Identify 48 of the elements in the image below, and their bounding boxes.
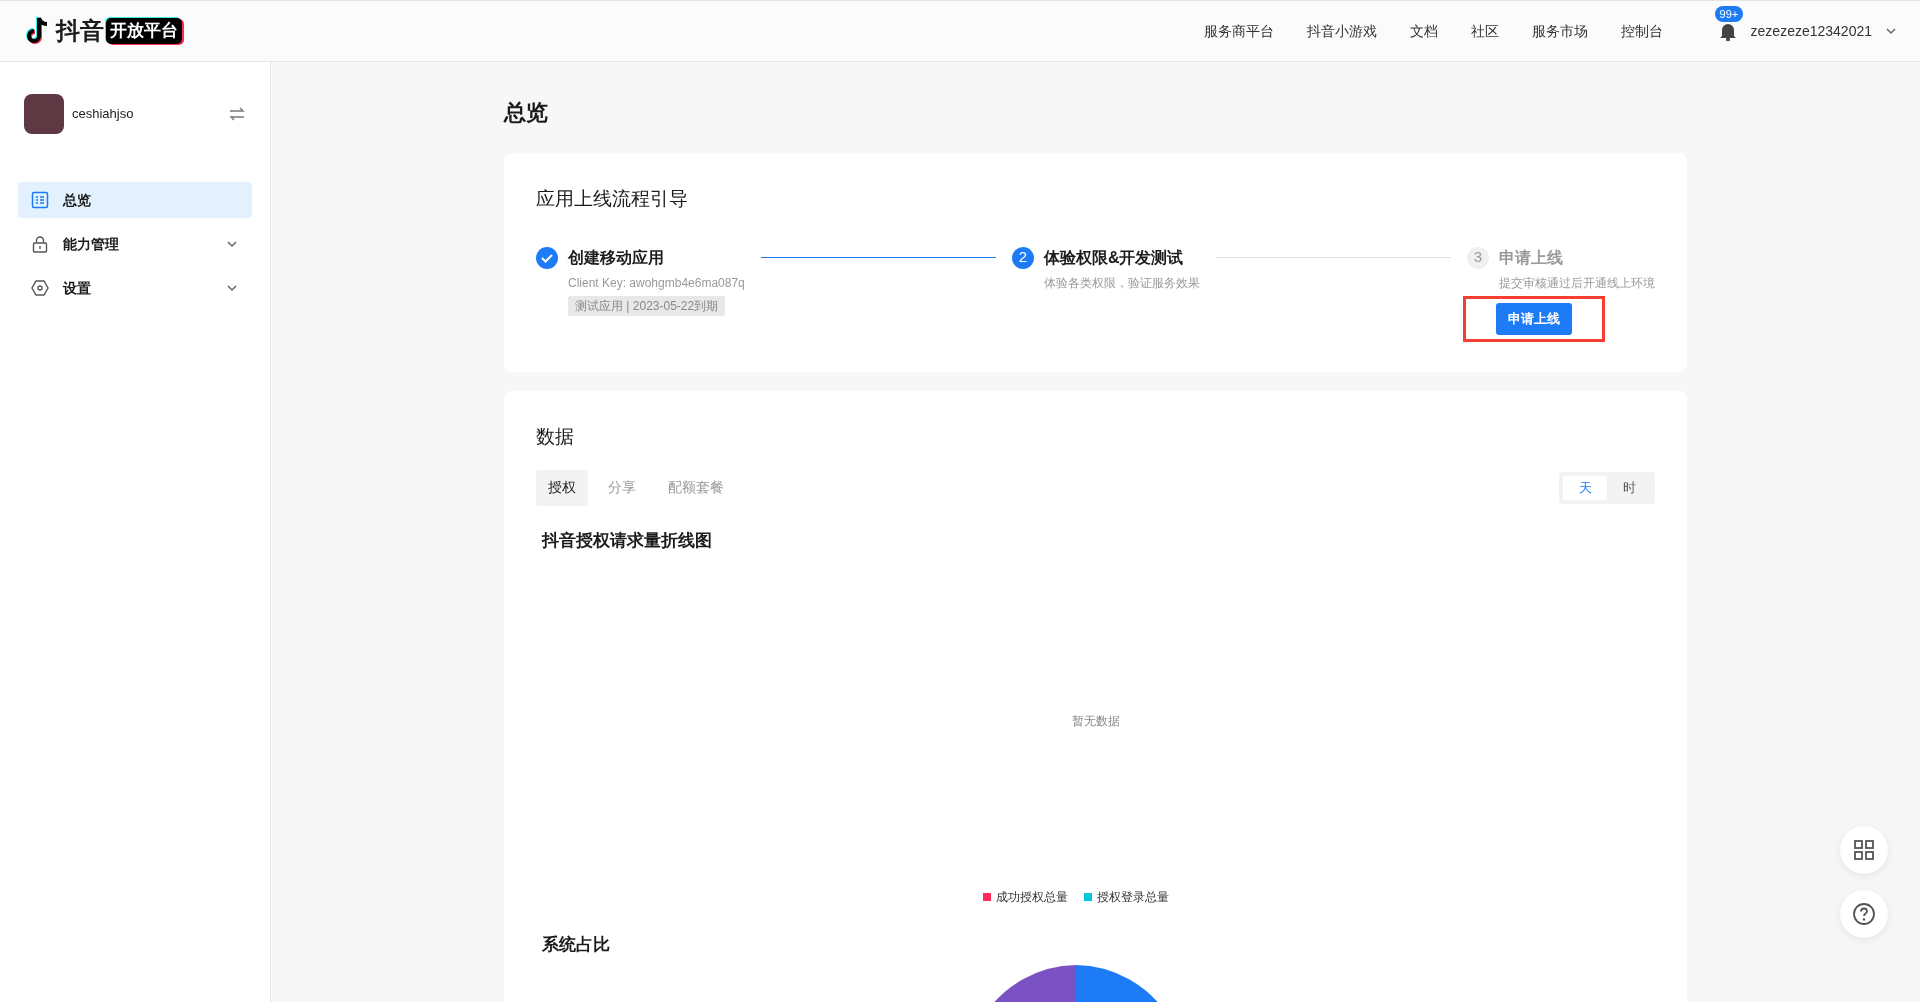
- step-number: 2: [1011, 246, 1034, 269]
- step-number: 3: [1467, 246, 1489, 269]
- toggle-option[interactable]: 天: [1563, 475, 1607, 500]
- sidebar-item[interactable]: 设置: [18, 270, 252, 306]
- toggle-option[interactable]: 时: [1607, 475, 1651, 500]
- chart-title: 系统占比: [542, 934, 611, 956]
- sidebar-item-label: 设置: [63, 278, 92, 298]
- step-description: Client Key: awohgmb4e6ma087q: [568, 274, 745, 292]
- sidebar-item[interactable]: 能力管理: [18, 226, 252, 262]
- page-title: 总览: [504, 99, 549, 127]
- step-description: 体验各类权限，验证服务效果: [1043, 274, 1200, 292]
- submit-button[interactable]: 申请上线: [1496, 302, 1572, 335]
- tab[interactable]: 授权: [536, 469, 588, 506]
- sidebar-item-label: 总览: [63, 190, 92, 210]
- card-title: 数据: [536, 425, 575, 449]
- chart-title: 抖音授权请求量折线图: [542, 529, 713, 552]
- help-button[interactable]: [1840, 890, 1888, 938]
- list-icon: [31, 191, 49, 209]
- card-title: 应用上线流程引导: [536, 187, 689, 211]
- sidebar-item[interactable]: 总览: [18, 182, 252, 218]
- empty-state-text: 暂无数据: [1071, 712, 1120, 730]
- step-description: 提交审核通过后开通线上环境: [1499, 274, 1655, 292]
- logo-text: 抖音: [56, 16, 104, 46]
- step-title: 申请上线: [1499, 247, 1563, 268]
- help-icon: [1852, 902, 1876, 926]
- bell-icon[interactable]: [1718, 21, 1737, 41]
- step-title: 创建移动应用: [568, 247, 664, 268]
- nav-link[interactable]: 社区: [1470, 20, 1499, 42]
- nav-link[interactable]: 抖音小游戏: [1306, 20, 1377, 42]
- nav-link[interactable]: 控制台: [1620, 20, 1663, 42]
- avatar: [24, 94, 64, 134]
- lock-icon: [31, 235, 49, 253]
- nav-link[interactable]: 服务商平台: [1203, 20, 1274, 42]
- legend-label: 授权登录总量: [1096, 889, 1169, 906]
- username[interactable]: zezezeze12342021: [1750, 20, 1872, 42]
- qr-code-icon: [1853, 839, 1875, 861]
- settings-icon: [31, 279, 49, 297]
- legend-label: 成功授权总量: [995, 889, 1068, 906]
- step-title: 体验权限&开发测试: [1043, 247, 1184, 268]
- account-name: ceshiahjso: [72, 105, 135, 124]
- qr-code-button[interactable]: [1840, 826, 1888, 874]
- switch-icon[interactable]: [228, 107, 246, 121]
- logo-badge: 开放平台: [106, 18, 182, 44]
- nav-link[interactable]: 服务市场: [1531, 20, 1588, 42]
- nav-link[interactable]: 文档: [1409, 20, 1438, 42]
- notification-badge: 99+: [1714, 6, 1744, 22]
- sidebar-item-label: 能力管理: [63, 234, 120, 254]
- status-tag: 测试应用 | 2023-05-22到期: [568, 295, 726, 316]
